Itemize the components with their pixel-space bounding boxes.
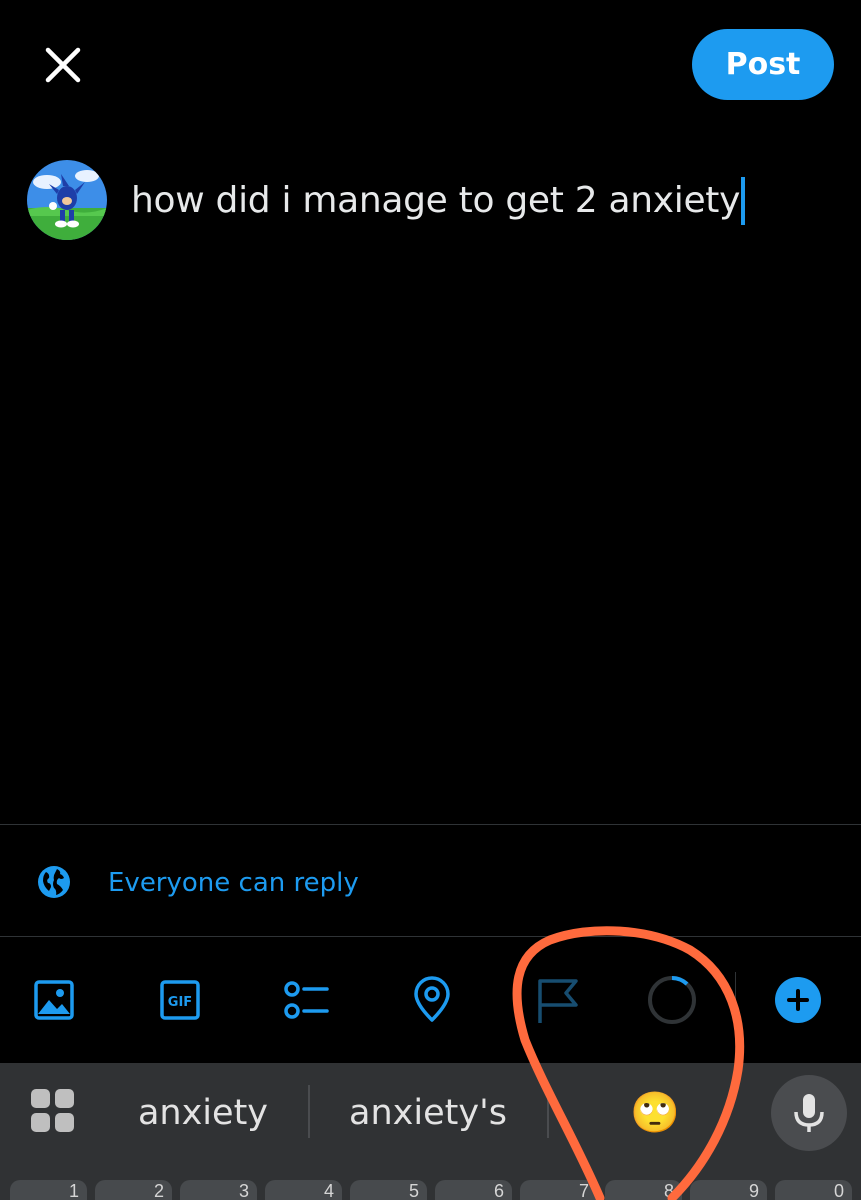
apps-grid-icon — [31, 1089, 74, 1132]
image-button[interactable] — [30, 976, 78, 1024]
divider-top — [0, 824, 861, 825]
avatar[interactable] — [27, 160, 107, 240]
character-count-ring-icon — [648, 976, 696, 1024]
voice-input-button[interactable] — [771, 1075, 847, 1151]
location-icon — [414, 976, 450, 1022]
key-9[interactable]: 9 — [690, 1180, 767, 1200]
suggestion-separator — [547, 1085, 549, 1138]
location-button[interactable] — [408, 976, 456, 1024]
gif-button[interactable]: GIF — [156, 976, 204, 1024]
key-4[interactable]: 4 — [265, 1180, 342, 1200]
close-button[interactable] — [40, 42, 86, 88]
compose-input[interactable]: how did i manage to get 2 anxiety — [131, 176, 746, 226]
microphone-icon — [794, 1094, 824, 1132]
text-caret — [741, 177, 746, 225]
key-3[interactable]: 3 — [180, 1180, 257, 1200]
add-post-icon — [775, 977, 821, 1023]
suggestion-1[interactable]: anxiety — [113, 1088, 293, 1138]
poll-button[interactable] — [282, 976, 330, 1024]
close-icon — [45, 47, 81, 83]
flag-button[interactable] — [534, 976, 582, 1024]
character-count-ring — [646, 974, 698, 1026]
key-8[interactable]: 8 — [605, 1180, 682, 1200]
post-button[interactable]: Post — [692, 29, 834, 100]
key-1[interactable]: 1 — [10, 1180, 87, 1200]
flag-icon — [538, 979, 578, 1023]
gif-icon: GIF — [160, 980, 200, 1020]
toolbar-separator — [735, 972, 736, 1028]
add-post-button[interactable] — [774, 976, 822, 1024]
key-6[interactable]: 6 — [435, 1180, 512, 1200]
divider-bottom — [0, 936, 861, 937]
key-2[interactable]: 2 — [95, 1180, 172, 1200]
image-icon — [34, 980, 74, 1020]
key-0[interactable]: 0 — [775, 1180, 852, 1200]
suggestion-separator — [308, 1085, 310, 1138]
globe-icon — [38, 866, 70, 898]
compose-text: how did i manage to get 2 anxiety — [131, 180, 741, 221]
suggestion-3-emoji[interactable]: 🙄 — [590, 1088, 720, 1138]
key-7[interactable]: 7 — [520, 1180, 597, 1200]
keyboard-apps-button[interactable] — [31, 1089, 75, 1133]
svg-text:GIF: GIF — [168, 995, 192, 1010]
key-5[interactable]: 5 — [350, 1180, 427, 1200]
suggestion-2[interactable]: anxiety's — [320, 1088, 536, 1138]
poll-icon — [284, 981, 329, 1019]
reply-settings-button[interactable]: Everyone can reply — [0, 845, 861, 923]
reply-settings-label: Everyone can reply — [108, 868, 359, 898]
